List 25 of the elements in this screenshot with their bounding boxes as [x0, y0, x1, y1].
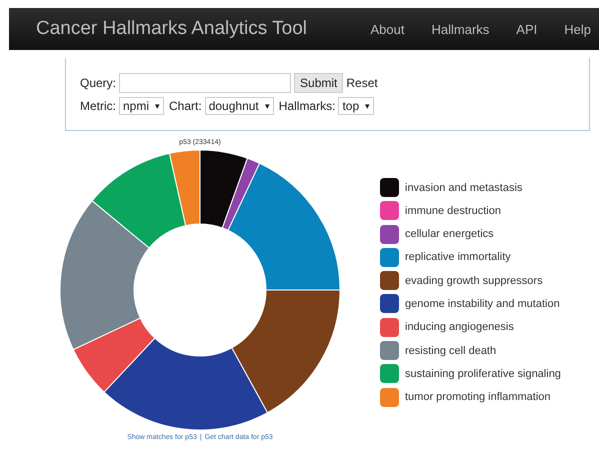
site-title: Cancer Hallmarks Analytics Tool: [36, 18, 308, 40]
legend-label: genome instability and mutation: [405, 298, 560, 310]
select-label: Chart:: [169, 99, 202, 113]
select-label: Metric:: [80, 99, 116, 113]
query-field[interactable]: [119, 73, 292, 93]
submit-button[interactable]: Submit: [294, 73, 344, 93]
legend-label: inducing angiogenesis: [405, 321, 514, 334]
legend-label: evading growth suppressors: [405, 274, 543, 287]
nav-link[interactable]: API: [516, 22, 538, 36]
nav-link[interactable]: About: [370, 22, 404, 36]
legend-label: invasion and metastasis: [405, 182, 522, 194]
dropdown[interactable]: top ▾: [338, 97, 374, 115]
legend-label: sustaining proliferative signaling: [405, 368, 561, 380]
dropdown[interactable]: doughnut ▾: [204, 97, 274, 115]
nav-link[interactable]: Help: [564, 22, 591, 36]
select-label: Hallmarks:: [278, 99, 336, 113]
legend-label: cellular energetics: [405, 228, 494, 240]
reset-link[interactable]: Reset: [346, 76, 378, 90]
legend-label: tumor promoting inflammation: [405, 391, 551, 404]
legend-label: replicative immortality: [405, 251, 511, 264]
legend-label: resisting cell death: [405, 344, 496, 357]
dropdown[interactable]: npmi ▾: [119, 97, 164, 115]
nav-link[interactable]: Hallmarks: [431, 22, 490, 36]
legend-label: immune destruction: [405, 204, 501, 217]
query-label: Query:: [80, 76, 116, 90]
